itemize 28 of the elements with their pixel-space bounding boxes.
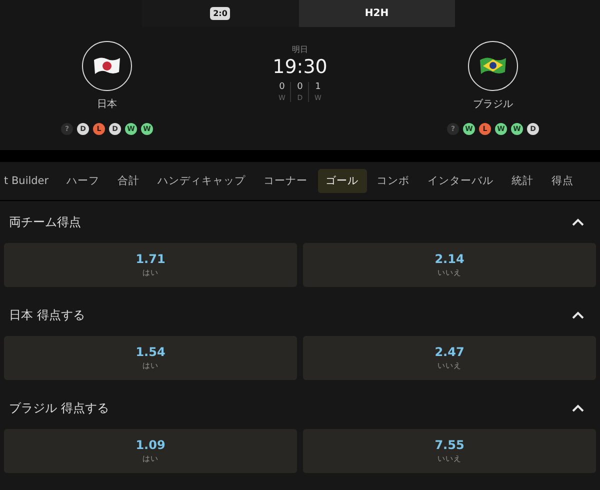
team-name: 日本 xyxy=(97,98,117,111)
market-tab[interactable]: 得点 xyxy=(544,169,582,193)
market-tab[interactable]: コンボ xyxy=(368,169,418,193)
market-title: 両チーム得点 xyxy=(9,214,81,230)
stat-value: 1 xyxy=(315,82,321,92)
team-name: ブラジル xyxy=(472,98,513,111)
market-tab[interactable]: ハーフ xyxy=(58,169,108,193)
market-tab[interactable]: コーナー xyxy=(256,169,316,193)
flag-icon xyxy=(468,41,518,91)
market-tab[interactable]: インターバル xyxy=(420,169,502,193)
stat-value: 0 xyxy=(297,82,303,92)
market-title: 日本 得点する xyxy=(9,306,85,324)
tab-label: H2H xyxy=(364,8,389,19)
match-day: 明日 xyxy=(292,44,308,55)
header-tab[interactable]: H2H xyxy=(298,0,455,27)
market-tab[interactable]: ゴール xyxy=(318,169,367,193)
market-tab[interactable]: 合計 xyxy=(110,169,148,193)
market-tab[interactable]: t Builder xyxy=(0,170,57,192)
market-tab[interactable]: ハンディキャップ xyxy=(150,169,254,193)
stat-value: 0 xyxy=(279,82,285,92)
score-badge: 2:0 xyxy=(210,7,230,20)
chevron-icon[interactable] xyxy=(572,311,584,319)
chevron-icon[interactable] xyxy=(572,404,584,412)
market-title: ブラジル 得点する xyxy=(9,400,109,416)
market-tab[interactable]: 統計 xyxy=(504,169,542,193)
chevron-icon[interactable] xyxy=(572,218,584,226)
flag-icon xyxy=(82,41,132,91)
kickoff-time: 19:30 xyxy=(272,56,328,78)
